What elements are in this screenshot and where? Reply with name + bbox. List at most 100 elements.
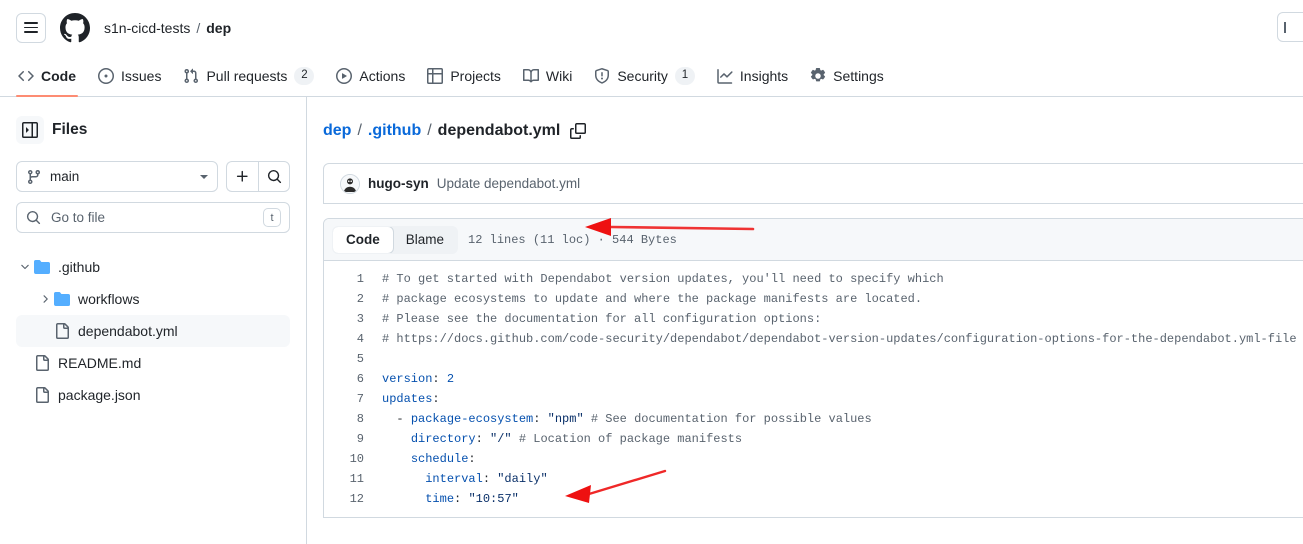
code-line: 8 - package-ecosystem: "npm" # See docum… <box>324 409 1303 429</box>
tab-projects[interactable]: Projects <box>417 55 511 96</box>
search-icon <box>267 169 281 184</box>
code-icon <box>18 68 34 84</box>
code-line: 5 <box>324 349 1303 369</box>
git-pull-request-icon <box>183 68 199 84</box>
files-header: Files <box>16 113 290 147</box>
code-content[interactable]: 1 # To get started with Dependabot versio… <box>324 261 1303 517</box>
branch-selector[interactable]: main <box>16 161 218 192</box>
line-number[interactable]: 2 <box>324 292 380 306</box>
code-line: 9 directory: "/" # Location of package m… <box>324 429 1303 449</box>
code-token: : <box>432 372 447 386</box>
code-panel: Code Blame 12 lines (11 loc) · 544 Bytes… <box>323 218 1303 518</box>
file-tree: .github workflows dependabot.yml README.… <box>16 251 290 411</box>
code-token: updates <box>382 392 433 406</box>
add-file-button[interactable] <box>226 161 258 192</box>
code-line: 6 version: 2 <box>324 369 1303 389</box>
line-code[interactable]: # Please see the documentation for all c… <box>380 312 821 326</box>
tree-item-readme-md[interactable]: README.md <box>16 347 290 379</box>
table-icon <box>427 67 444 84</box>
line-number[interactable]: 6 <box>324 372 380 386</box>
folder-icon <box>34 259 50 275</box>
code-token: : <box>468 452 476 466</box>
repo-breadcrumb: s1n-cicd-tests / dep <box>104 20 231 36</box>
line-number[interactable]: 11 <box>324 472 380 486</box>
code-token: # https://docs.github.com/code-security/… <box>382 332 1297 346</box>
github-file-view-page: s1n-cicd-tests / dep Code Issues Pull re <box>0 0 1303 544</box>
commit-author[interactable]: hugo-syn <box>368 176 429 191</box>
line-number[interactable]: 7 <box>324 392 380 406</box>
line-code[interactable]: # To get started with Dependabot version… <box>380 272 944 286</box>
tab-security[interactable]: Security 1 <box>584 55 705 96</box>
line-number[interactable]: 1 <box>324 272 380 286</box>
line-number[interactable]: 9 <box>324 432 380 446</box>
search-input[interactable] <box>49 209 255 226</box>
code-tab[interactable]: Code <box>333 226 394 253</box>
code-token: "daily" <box>497 472 548 486</box>
line-number[interactable]: 5 <box>324 352 380 366</box>
tree-item-package-json[interactable]: package.json <box>16 379 290 411</box>
tab-pull-requests[interactable]: Pull requests 2 <box>173 55 324 96</box>
blame-tab[interactable]: Blame <box>393 227 457 253</box>
chevron-right-icon[interactable] <box>36 293 54 305</box>
line-code[interactable]: schedule: <box>380 452 476 466</box>
file-meta: 12 lines (11 loc) · 544 Bytes <box>468 232 677 247</box>
line-number[interactable]: 10 <box>324 452 380 466</box>
tab-insights[interactable]: Insights <box>707 55 798 96</box>
line-code[interactable]: version: 2 <box>380 372 454 386</box>
tab-actions[interactable]: Actions <box>326 55 415 96</box>
code-token: directory <box>410 432 476 446</box>
breadcrumb-repo[interactable]: dep <box>206 20 231 36</box>
line-number[interactable]: 3 <box>324 312 380 326</box>
tree-item-label: .github <box>58 259 101 275</box>
tab-settings-label: Settings <box>833 67 884 84</box>
tree-search-button[interactable] <box>258 161 290 192</box>
global-header: s1n-cicd-tests / dep <box>0 0 1303 55</box>
github-mark-icon[interactable] <box>60 12 90 43</box>
hamburger-icon[interactable] <box>16 12 46 43</box>
line-code[interactable]: updates: <box>380 392 440 406</box>
breadcrumb-separator: / <box>196 19 201 36</box>
folder-icon <box>54 291 70 307</box>
path-repo-link[interactable]: dep <box>323 122 351 140</box>
tab-wiki-label: Wiki <box>545 67 573 84</box>
file-content-area: dep / .github / dependabot.yml hugo-syn … <box>307 97 1303 544</box>
tab-code[interactable]: Code <box>8 55 86 97</box>
line-code[interactable]: interval: "daily" <box>380 472 548 486</box>
line-code[interactable]: time: "10:57" <box>380 492 519 506</box>
code-token: : <box>482 472 498 486</box>
play-icon <box>336 67 353 84</box>
sidebar-collapse-icon[interactable] <box>16 116 44 144</box>
line-number[interactable]: 12 <box>324 492 380 506</box>
tab-settings[interactable]: Settings <box>800 55 894 96</box>
line-code[interactable]: # package ecosystems to update and where… <box>380 292 922 306</box>
avatar[interactable] <box>340 173 360 194</box>
go-to-file-search[interactable]: t <box>16 202 290 233</box>
header-search-button[interactable] <box>1277 12 1303 42</box>
breadcrumb-owner[interactable]: s1n-cicd-tests <box>104 20 190 36</box>
tab-wiki[interactable]: Wiki <box>513 55 582 96</box>
line-number[interactable]: 4 <box>324 332 380 346</box>
tab-projects-label: Projects <box>450 67 501 84</box>
line-number[interactable]: 8 <box>324 412 380 426</box>
chevron-down-icon <box>200 174 208 179</box>
line-code[interactable]: - package-ecosystem: "npm" # See documen… <box>380 412 871 426</box>
line-code[interactable]: # https://docs.github.com/code-security/… <box>380 332 1297 346</box>
tree-item-label: package.json <box>58 387 141 403</box>
graph-icon <box>717 68 733 84</box>
code-line: 7 updates: <box>324 389 1303 409</box>
tab-issues[interactable]: Issues <box>88 55 171 96</box>
copy-path-icon[interactable] <box>570 123 587 139</box>
code-token: "/" <box>490 432 512 446</box>
tree-item-dependabot-yml[interactable]: dependabot.yml <box>16 315 290 347</box>
code-token: schedule <box>410 452 469 466</box>
code-token: : <box>475 432 491 446</box>
tree-item-workflows-folder[interactable]: workflows <box>16 283 290 315</box>
tree-item-github-folder[interactable]: .github <box>16 251 290 283</box>
commit-message[interactable]: Update dependabot.yml <box>437 176 580 191</box>
code-token: : <box>454 492 469 506</box>
path-folder-link[interactable]: .github <box>368 122 421 140</box>
chevron-down-icon[interactable] <box>16 261 34 273</box>
line-code[interactable]: directory: "/" # Location of package man… <box>380 432 742 446</box>
